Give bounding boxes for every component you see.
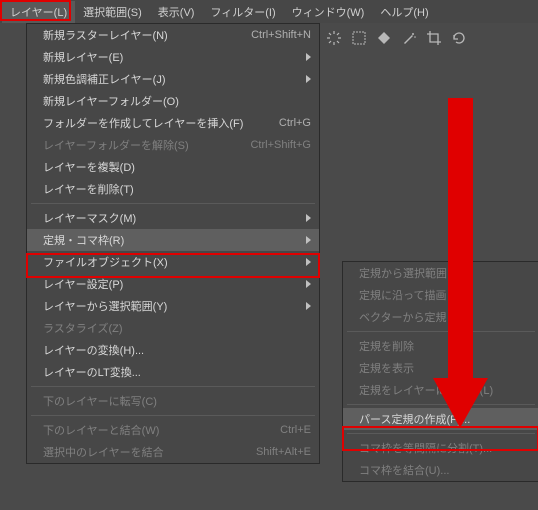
menu-selection[interactable]: 選択範囲(S) xyxy=(75,1,150,23)
separator xyxy=(347,331,535,332)
subitem-delete-ruler: 定規を削除 xyxy=(343,335,538,357)
item-layer-settings[interactable]: レイヤー設定(P) xyxy=(27,273,319,295)
subitem-link-ruler-layer: 定規をレイヤーにリンク(L) xyxy=(343,379,538,401)
item-delete-layer[interactable]: レイヤーを削除(T) xyxy=(27,178,319,200)
item-rasterize: ラスタライズ(Z) xyxy=(27,317,319,339)
menubar: レイヤー(L) 選択範囲(S) 表示(V) フィルター(I) ウィンドウ(W) … xyxy=(0,0,538,23)
item-new-layer-folder[interactable]: 新規レイヤーフォルダー(O) xyxy=(27,90,319,112)
diamond-icon[interactable] xyxy=(372,26,396,50)
menu-window[interactable]: ウィンドウ(W) xyxy=(284,1,373,23)
layer-dropdown: 新規ラスターレイヤー(N)Ctrl+Shift+N 新規レイヤー(E) 新規色調… xyxy=(26,23,320,464)
subitem-selection-from-ruler: 定規から選択範囲 xyxy=(343,262,538,284)
subitem-draw-along-ruler: 定規に沿って描画 xyxy=(343,284,538,306)
item-convert-layer[interactable]: レイヤーの変換(H)... xyxy=(27,339,319,361)
item-merge-below: 下のレイヤーと結合(W)Ctrl+E xyxy=(27,419,319,441)
dashed-rect-icon[interactable] xyxy=(347,26,371,50)
separator xyxy=(347,404,535,405)
subitem-split-frame-evenly: コマ枠を等間隔に分割(T)... xyxy=(343,437,538,459)
chevron-right-icon xyxy=(306,75,311,83)
item-transfer-below: 下のレイヤーに転写(C) xyxy=(27,390,319,412)
item-ungroup-folder: レイヤーフォルダーを解除(S)Ctrl+Shift+G xyxy=(27,134,319,156)
item-new-raster-layer[interactable]: 新規ラスターレイヤー(N)Ctrl+Shift+N xyxy=(27,24,319,46)
spinner-icon[interactable] xyxy=(322,26,346,50)
item-merge-selected: 選択中のレイヤーを結合Shift+Alt+E xyxy=(27,441,319,463)
wand-icon[interactable] xyxy=(397,26,421,50)
item-file-object[interactable]: ファイルオブジェクト(X) xyxy=(27,251,319,273)
subitem-ruler-from-vector: ベクターから定規 xyxy=(343,306,538,328)
separator xyxy=(347,433,535,434)
subitem-create-perspective-ruler[interactable]: パース定規の作成(P)... xyxy=(343,408,538,430)
chevron-right-icon xyxy=(306,280,311,288)
chevron-right-icon xyxy=(306,258,311,266)
crop-icon[interactable] xyxy=(422,26,446,50)
separator xyxy=(31,203,315,204)
menu-view[interactable]: 表示(V) xyxy=(150,1,203,23)
chevron-right-icon xyxy=(306,214,311,222)
chevron-right-icon xyxy=(306,302,311,310)
subitem-show-ruler: 定規を表示 xyxy=(343,357,538,379)
chevron-right-icon xyxy=(306,53,311,61)
menu-filter[interactable]: フィルター(I) xyxy=(202,1,283,23)
menu-layer[interactable]: レイヤー(L) xyxy=(2,1,75,23)
rotate-icon[interactable] xyxy=(447,26,471,50)
ruler-frame-submenu: 定規から選択範囲 定規に沿って描画 ベクターから定規 定規を削除 定規を表示 定… xyxy=(342,261,538,482)
item-duplicate-layer[interactable]: レイヤーを複製(D) xyxy=(27,156,319,178)
item-new-layer[interactable]: 新規レイヤー(E) xyxy=(27,46,319,68)
item-create-folder-insert[interactable]: フォルダーを作成してレイヤーを挿入(F)Ctrl+G xyxy=(27,112,319,134)
subitem-merge-frames: コマ枠を結合(U)... xyxy=(343,459,538,481)
separator xyxy=(31,415,315,416)
toolbar xyxy=(322,26,471,50)
item-new-correction-layer[interactable]: 新規色調補正レイヤー(J) xyxy=(27,68,319,90)
item-lt-convert[interactable]: レイヤーのLT変換... xyxy=(27,361,319,383)
item-layer-mask[interactable]: レイヤーマスク(M) xyxy=(27,207,319,229)
menu-help[interactable]: ヘルプ(H) xyxy=(372,1,436,23)
item-selection-from-layer[interactable]: レイヤーから選択範囲(Y) xyxy=(27,295,319,317)
chevron-right-icon xyxy=(306,236,311,244)
item-ruler-frame[interactable]: 定規・コマ枠(R) xyxy=(27,229,319,251)
separator xyxy=(31,386,315,387)
